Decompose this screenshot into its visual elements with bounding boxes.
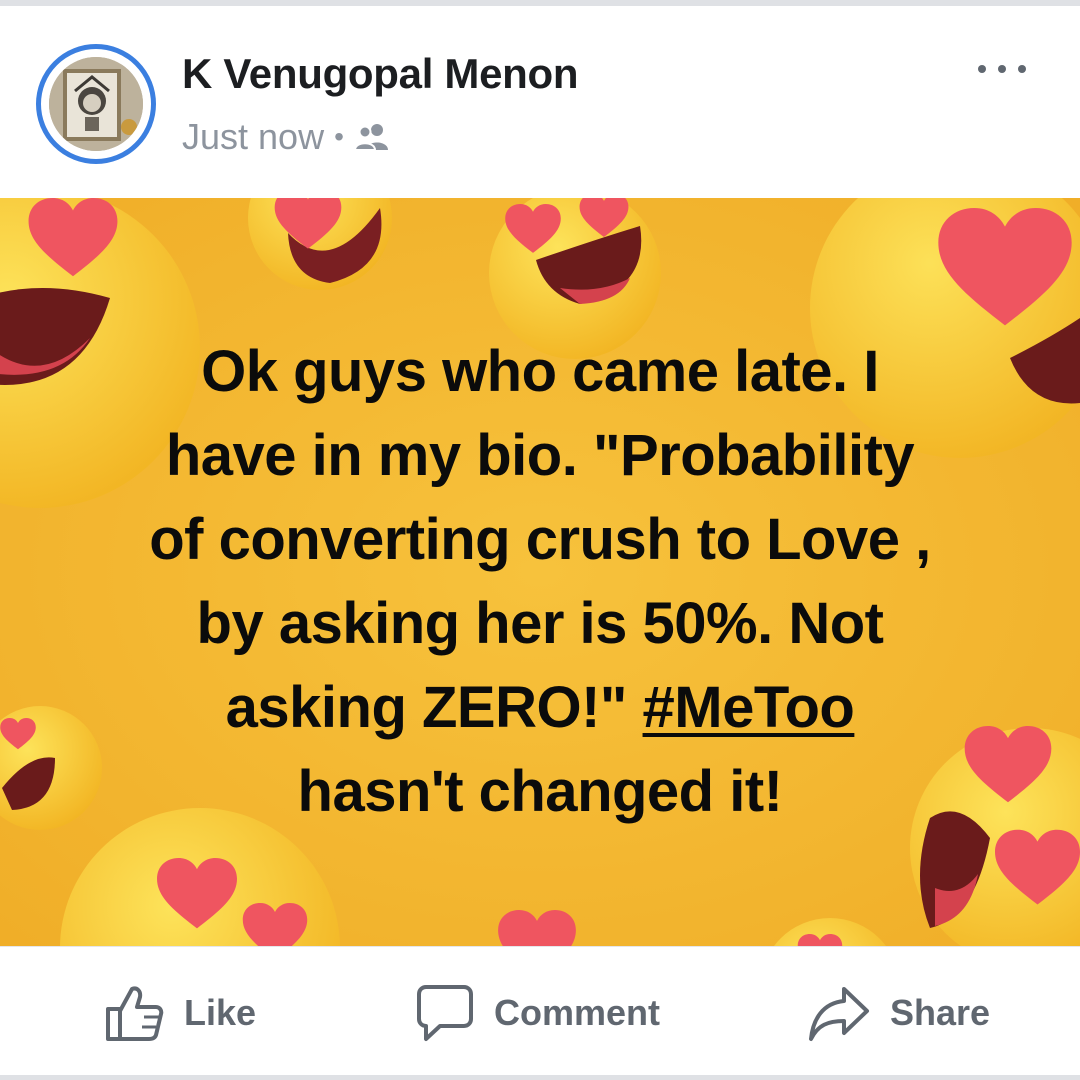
- post-text-line: by asking her is 50%. Not: [196, 591, 884, 656]
- like-button[interactable]: Like: [104, 983, 256, 1043]
- post-text-line: hasn't changed it!: [297, 759, 783, 824]
- author-name[interactable]: K Venugopal Menon: [182, 50, 579, 98]
- post-header: K Venugopal Menon Just now •: [0, 6, 1080, 198]
- share-label: Share: [890, 992, 991, 1033]
- friends-icon[interactable]: [353, 122, 390, 152]
- thumbs-up-icon: [106, 986, 164, 1041]
- post-text-fragment: asking ZERO!": [225, 675, 643, 740]
- timestamp[interactable]: Just now: [182, 116, 324, 158]
- post-text-line: Ok guys who came late. I: [201, 339, 879, 404]
- meta-separator: •: [334, 121, 344, 152]
- post-text-line: asking ZERO!" #MeToo: [60, 666, 1020, 750]
- comment-button[interactable]: Comment: [416, 983, 660, 1043]
- avatar-image: [49, 57, 143, 151]
- comment-label: Comment: [494, 992, 661, 1033]
- hashtag-link[interactable]: #MeToo: [643, 675, 855, 740]
- post-card: K Venugopal Menon Just now • Ok guys who…: [0, 6, 1080, 1075]
- comment-icon: [417, 985, 473, 1041]
- post-meta: Just now •: [182, 116, 390, 158]
- like-label: Like: [184, 992, 257, 1033]
- share-button[interactable]: Share: [808, 983, 990, 1043]
- avatar[interactable]: [36, 44, 156, 164]
- share-icon: [809, 987, 869, 1041]
- post-text: Ok guys who came late. I have in my bio.…: [60, 330, 1020, 834]
- post-text-line: have in my bio. "Probability: [165, 423, 915, 488]
- action-bar: Like Comment Share: [0, 946, 1080, 1075]
- post-content: Ok guys who came late. I have in my bio.…: [0, 198, 1080, 946]
- more-options-icon[interactable]: [978, 54, 1026, 84]
- post-text-line: of converting crush to Love ,: [149, 507, 931, 572]
